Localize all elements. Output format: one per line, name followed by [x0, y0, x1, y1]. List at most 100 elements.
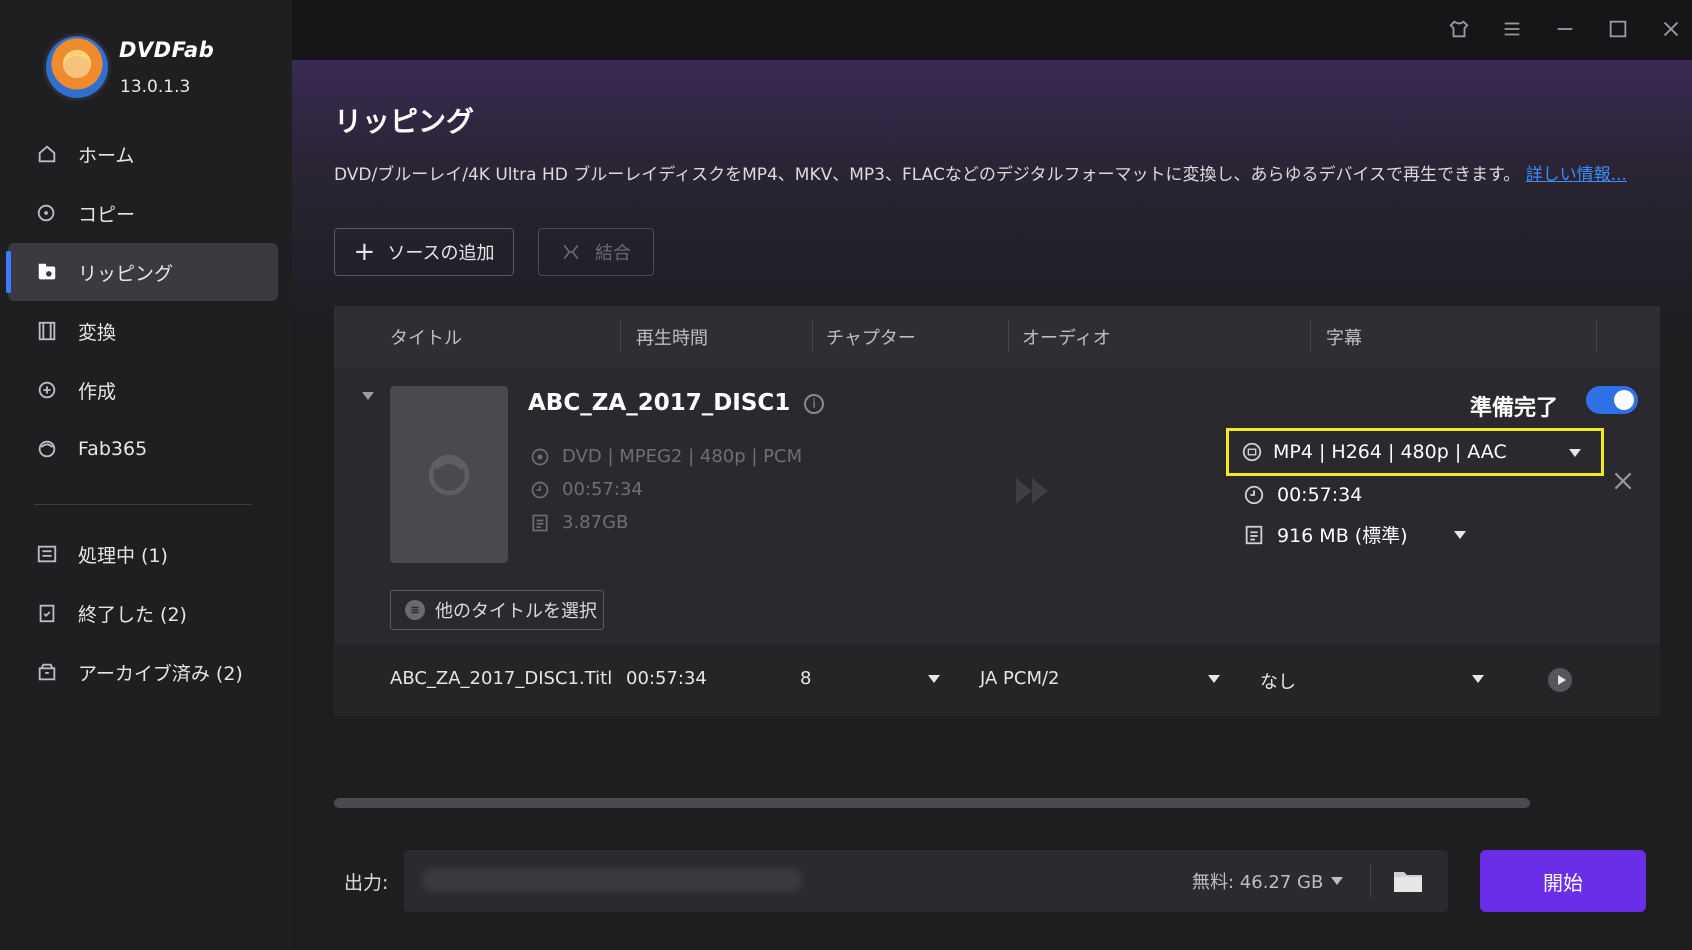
title-item: ABC_ZA_2017_DISC1 i DVD | MPEG2 | 480p |…: [334, 368, 1660, 644]
sidebar-item-label: 作成: [78, 380, 117, 403]
sidebar-item-label: 処理中 (1): [78, 544, 168, 567]
audio-dropdown-icon[interactable]: [1208, 675, 1220, 683]
chevron-down-icon: [1569, 449, 1581, 457]
brand-name: DVDFab: [119, 38, 215, 62]
plus-icon: +: [353, 237, 376, 267]
header-divider: [1310, 320, 1311, 352]
table-header: タイトル 再生時間 チャプター オーディオ 字幕: [334, 306, 1660, 368]
free-space-text: 無料: 46.27 GB: [1192, 872, 1324, 893]
close-icon[interactable]: [1656, 14, 1686, 44]
remove-item-icon[interactable]: [1610, 468, 1636, 494]
sidebar: DVDFab 13.0.1.3 ホーム コピー リッピング 変換 作成 Fab3…: [0, 0, 292, 950]
sidebar-item-label: リッピング: [78, 262, 174, 285]
output-profile-dropdown[interactable]: MP4 | H264 | 480p | AAC: [1226, 428, 1604, 476]
info-icon[interactable]: i: [804, 394, 824, 414]
chapters-dropdown-icon[interactable]: [928, 675, 940, 683]
processing-icon: [36, 543, 58, 565]
disc-thumbnail: [390, 386, 508, 563]
disc-placeholder-icon: [428, 454, 470, 495]
create-icon: [36, 379, 58, 401]
source-format-text: DVD | MPEG2 | 480p | PCM: [562, 446, 803, 467]
more-info-link[interactable]: 詳しい情報...: [1526, 165, 1627, 185]
output-size-text: 916 MB (標準): [1277, 525, 1408, 547]
merge-label: 結合: [595, 243, 631, 264]
output-divider: [1370, 864, 1371, 898]
header-divider: [812, 320, 813, 352]
collapse-caret-icon[interactable]: [362, 392, 374, 400]
add-source-button[interactable]: + ソースの追加: [334, 228, 514, 276]
convert-icon: [36, 320, 58, 342]
header-divider: [1596, 320, 1597, 352]
sidebar-item-home[interactable]: ホーム: [8, 125, 278, 183]
profile-icon: [1241, 441, 1263, 463]
header-divider: [620, 320, 621, 352]
sidebar-item-create[interactable]: 作成: [8, 361, 278, 419]
sidebar-item-convert[interactable]: 変換: [8, 302, 278, 360]
chevron-down-icon: [1331, 877, 1344, 885]
chevron-down-icon: [1453, 530, 1466, 539]
row-subtitle[interactable]: なし: [1260, 668, 1296, 694]
source-format: DVD | MPEG2 | 480p | PCM: [530, 446, 802, 467]
output-path-blurred: [422, 868, 802, 892]
file-size-icon: [1243, 524, 1265, 546]
ready-toggle[interactable]: [1586, 386, 1638, 414]
archive-icon: [36, 661, 58, 683]
ready-status: 準備完了: [1470, 396, 1559, 421]
sidebar-item-finished[interactable]: 終了した (2): [8, 584, 278, 642]
home-icon: [36, 143, 58, 165]
minimize-icon[interactable]: [1550, 14, 1580, 44]
convert-arrow-icon: [1012, 474, 1060, 512]
shirt-icon[interactable]: [1444, 14, 1474, 44]
header-subtitle: 字幕: [1326, 328, 1362, 349]
sidebar-divider: [34, 504, 252, 505]
header-audio: オーディオ: [1022, 328, 1111, 349]
sidebar-item-ripper[interactable]: リッピング: [6, 243, 278, 301]
output-duration: 00:57:34: [1243, 484, 1362, 506]
task-nav: 処理中 (1) 終了した (2) アーカイブ済み (2): [8, 525, 278, 702]
list-icon: [405, 600, 425, 620]
sidebar-item-copy[interactable]: コピー: [8, 184, 278, 242]
sidebar-item-label: 変換: [78, 321, 117, 344]
sidebar-item-label: コピー: [78, 203, 136, 226]
profile-text: MP4 | H264 | 480p | AAC: [1273, 441, 1507, 463]
title-bar: [292, 0, 1692, 60]
add-source-label: ソースの追加: [387, 243, 495, 264]
ripper-icon: [36, 261, 58, 283]
row-chapters[interactable]: 8: [800, 668, 811, 689]
start-button[interactable]: 開始: [1480, 850, 1646, 912]
table-row: ABC_ZA_2017_DISC1.Titl 00:57:34 8 JA PCM…: [334, 644, 1660, 716]
subtitle-dropdown-icon[interactable]: [1472, 675, 1484, 683]
main-nav: ホーム コピー リッピング 変換 作成 Fab365: [6, 125, 278, 479]
row-duration: 00:57:34: [626, 668, 707, 689]
maximize-icon[interactable]: [1603, 14, 1633, 44]
folder-icon[interactable]: [1392, 866, 1424, 896]
output-path-field[interactable]: 無料: 46.27 GB: [404, 850, 1448, 912]
menu-icon[interactable]: [1497, 14, 1527, 44]
page-description: DVD/ブルーレイ/4K Ultra HD ブルーレイディスクをMP4、MKV、…: [334, 160, 1627, 185]
source-size-text: 3.87GB: [562, 512, 629, 533]
header-divider: [1008, 320, 1009, 352]
source-size: 3.87GB: [530, 512, 628, 533]
output-size-dropdown[interactable]: 916 MB (標準): [1243, 521, 1466, 548]
sidebar-item-label: ホーム: [78, 144, 135, 167]
file-size-icon: [530, 513, 550, 533]
header-title: タイトル: [390, 328, 462, 349]
sidebar-item-fab365[interactable]: Fab365: [8, 420, 278, 478]
output-label: 出力:: [344, 872, 389, 894]
sidebar-item-label: 終了した (2): [78, 603, 187, 626]
header-chapter: チャプター: [826, 328, 916, 349]
header-duration: 再生時間: [636, 328, 708, 349]
row-audio[interactable]: JA PCM/2: [980, 668, 1060, 689]
sidebar-item-label: Fab365: [78, 438, 148, 460]
sidebar-item-processing[interactable]: 処理中 (1): [8, 525, 278, 583]
row-title: ABC_ZA_2017_DISC1.Titl: [390, 668, 613, 689]
play-icon[interactable]: [1548, 668, 1572, 692]
horizontal-scrollbar[interactable]: [334, 798, 1530, 808]
disc-title: ABC_ZA_2017_DISC1: [528, 390, 791, 416]
sidebar-item-archive[interactable]: アーカイブ済み (2): [8, 643, 278, 701]
fab365-icon: [36, 438, 58, 460]
clock-icon: [1243, 484, 1265, 506]
select-other-titles-button[interactable]: 他のタイトルを選択: [390, 590, 604, 630]
free-space-dropdown[interactable]: 無料: 46.27 GB: [1192, 868, 1344, 894]
merge-button[interactable]: 結合: [538, 228, 654, 276]
